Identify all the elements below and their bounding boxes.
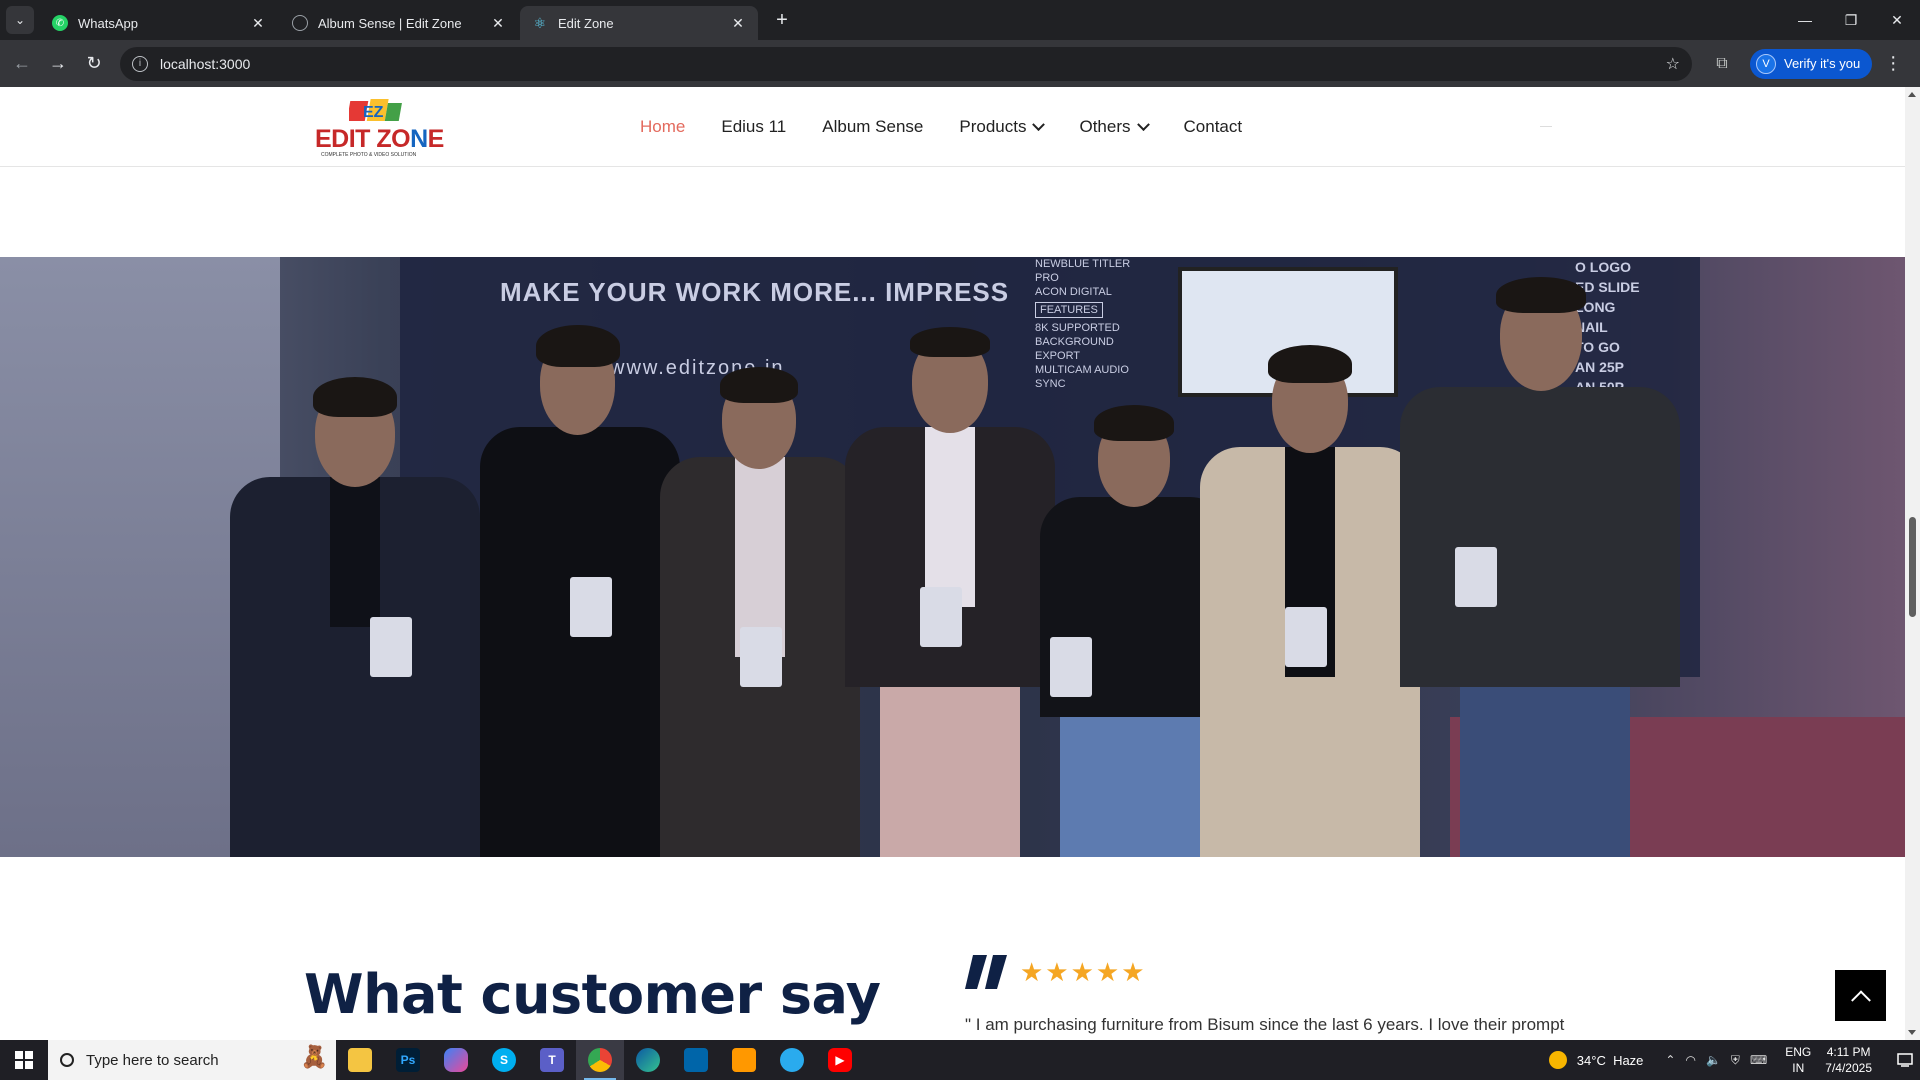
browser-menu-icon[interactable]: ⋮ (1878, 53, 1908, 74)
telegram-icon[interactable] (768, 1040, 816, 1080)
nav-edius-11[interactable]: Edius 11 (721, 117, 786, 137)
tab-title: Album Sense | Edit Zone (318, 15, 462, 31)
clock[interactable]: 4:11 PM 7/4/2025 (1825, 1044, 1872, 1076)
site-header: EZ EDIT ZONE COMPLETE PHOTO & VIDEO SOLU… (0, 87, 1905, 167)
teams-icon[interactable]: T (528, 1040, 576, 1080)
whatsapp-icon: ✆ (52, 15, 68, 31)
browser-toolbar: ← → ↻ i localhost:3000 ☆ ⧉ V Verify it's… (0, 40, 1920, 87)
search-placeholder: Type here to search (86, 1051, 219, 1069)
logo-mark-text: EZ (363, 104, 384, 121)
photoshop-icon[interactable]: Ps (384, 1040, 432, 1080)
address-bar[interactable]: i localhost:3000 ☆ (120, 46, 1692, 81)
tab-title: WhatsApp (78, 15, 138, 31)
tab-edit-zone[interactable]: ⚛ Edit Zone ✕ (520, 6, 758, 40)
volume-icon[interactable]: 🔈 (1706, 1053, 1721, 1067)
logo-mark-icon: EZ (349, 99, 402, 121)
close-icon[interactable]: ✕ (250, 15, 266, 32)
weather-sun-icon (1548, 1051, 1567, 1069)
system-tray: 34°C Haze ⌃ ◠ 🔈 ⛨ ⌨ ENG IN 4:11 PM 7/4/2… (1548, 1040, 1920, 1080)
security-icon[interactable]: ⛨ (1731, 1053, 1740, 1068)
testimonials-heading: What customer say (304, 963, 881, 1026)
taskbar-search[interactable]: Type here to search 🧸 (48, 1040, 336, 1080)
tray-chevron-up-icon[interactable]: ⌃ (1665, 1053, 1675, 1067)
main-nav: Home Edius 11 Album Sense Products Other… (640, 87, 1278, 167)
site-logo[interactable]: EZ EDIT ZONE COMPLETE PHOTO & VIDEO SOLU… (313, 97, 448, 158)
nav-contact[interactable]: Contact (1184, 117, 1243, 137)
weather-temp: 34°C (1576, 1052, 1606, 1068)
youtube-icon[interactable]: ▶ (816, 1040, 864, 1080)
window-controls: — ❐ ✕ (1782, 0, 1920, 40)
scroll-to-top-button[interactable] (1835, 970, 1886, 1021)
logo-tagline: COMPLETE PHOTO & VIDEO SOLUTION (321, 152, 417, 158)
keyboard-icon[interactable]: ⌨ (1750, 1053, 1767, 1067)
notification-icon[interactable] (1890, 1040, 1920, 1080)
person (650, 337, 870, 857)
page-scrollbar[interactable] (1905, 87, 1920, 1040)
nav-home[interactable]: Home (640, 117, 685, 137)
skype-icon[interactable]: S (480, 1040, 528, 1080)
windows-taskbar: Type here to search 🧸 Ps S T ▶ 34°C Haze… (0, 1040, 1920, 1080)
rating-stars: ★★★★★ (1020, 957, 1147, 987)
sublime-icon[interactable] (720, 1040, 768, 1080)
new-tab-button[interactable]: + (768, 6, 796, 34)
tab-search-button[interactable]: ⌄ (6, 6, 34, 34)
verify-profile-button[interactable]: V Verify it's you (1750, 48, 1873, 79)
minimize-icon[interactable]: — (1782, 0, 1828, 40)
start-button[interactable] (0, 1040, 48, 1080)
scrollbar-thumb[interactable] (1909, 517, 1916, 617)
person (1390, 267, 1690, 857)
person (220, 327, 490, 857)
globe-icon (292, 15, 308, 31)
search-icon (60, 1053, 74, 1067)
extensions-icon[interactable]: ⧉ (1704, 46, 1740, 82)
tab-title: Edit Zone (558, 15, 614, 31)
weather-desc: Haze (1613, 1052, 1644, 1068)
header-divider (1540, 126, 1552, 127)
review-text: " I am purchasing furniture from Bisum s… (965, 1015, 1565, 1034)
close-window-icon[interactable]: ✕ (1874, 0, 1920, 40)
nav-album-sense[interactable]: Album Sense (822, 117, 923, 137)
copilot-icon[interactable] (432, 1040, 480, 1080)
reload-icon[interactable]: ↻ (76, 46, 112, 82)
close-icon[interactable]: ✕ (730, 15, 746, 32)
bookmark-star-icon[interactable]: ☆ (1666, 54, 1680, 74)
weather-widget[interactable]: 34°C Haze (1548, 1051, 1644, 1069)
web-page: EZ EDIT ZONE COMPLETE PHOTO & VIDEO SOLU… (0, 87, 1920, 1040)
url-text[interactable]: localhost:3000 (160, 56, 1666, 72)
quote-icon (965, 955, 1007, 989)
scroll-down-icon[interactable] (1908, 1030, 1916, 1035)
language-indicator[interactable]: ENG IN (1785, 1044, 1811, 1076)
back-icon[interactable]: ← (4, 46, 40, 82)
tab-whatsapp[interactable]: ✆ WhatsApp ✕ (40, 6, 278, 40)
site-info-icon[interactable]: i (132, 55, 148, 72)
close-icon[interactable]: ✕ (490, 15, 506, 32)
network-icon[interactable]: ◠ (1685, 1053, 1695, 1067)
file-explorer-icon[interactable] (336, 1040, 384, 1080)
search-highlight-icon: 🧸 (300, 1044, 328, 1069)
nav-others[interactable]: Others (1079, 117, 1150, 137)
avatar: V (1756, 53, 1776, 74)
team-photo: MAKE YOUR WORK MORE... IMPRESS www.editz… (0, 257, 1905, 857)
forward-icon[interactable]: → (40, 46, 76, 82)
chevron-down-icon (1136, 117, 1150, 131)
chrome-icon[interactable] (576, 1040, 624, 1080)
edge-icon[interactable] (624, 1040, 672, 1080)
restore-icon[interactable]: ❐ (1828, 0, 1874, 40)
browser-tab-bar: ⌄ ✆ WhatsApp ✕ Album Sense | Edit Zone ✕… (0, 0, 1920, 40)
person (840, 297, 1060, 857)
windows-logo-icon (15, 1051, 33, 1069)
react-icon: ⚛ (533, 14, 547, 31)
scroll-up-icon[interactable] (1908, 92, 1916, 97)
chevron-down-icon (1032, 117, 1046, 131)
tab-album-sense[interactable]: Album Sense | Edit Zone ✕ (280, 6, 518, 40)
verify-label: Verify it's you (1784, 56, 1861, 71)
vscode-icon[interactable] (672, 1040, 720, 1080)
nav-products[interactable]: Products (959, 117, 1046, 137)
logo-brand: EDIT ZONE (315, 125, 444, 153)
chevron-up-icon (1850, 989, 1871, 1010)
